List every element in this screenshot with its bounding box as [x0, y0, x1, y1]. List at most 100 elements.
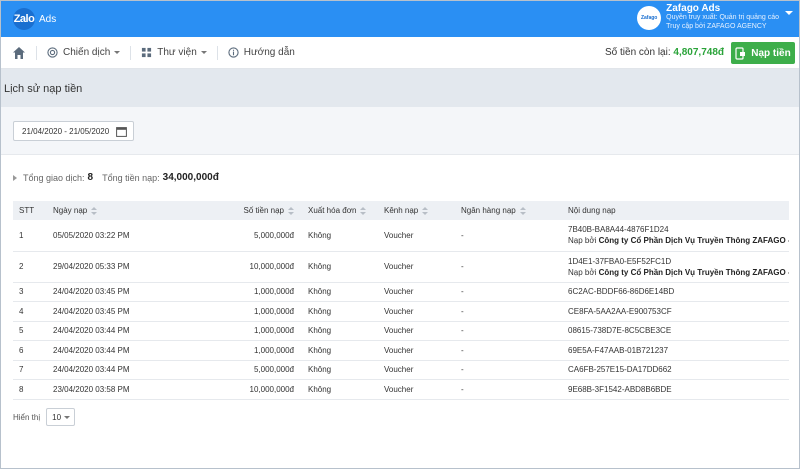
topup-label: Nạp tiền — [751, 47, 791, 59]
col-amount-label: Số tiền nạp — [243, 206, 284, 215]
calendar-icon — [116, 127, 127, 137]
sort-icon — [91, 206, 98, 215]
col-date-label: Ngày nạp — [53, 206, 88, 215]
page-header: Lịch sử nạp tiền — [1, 69, 799, 107]
cell-content: 6C2AC-BDDF66-86D6E14BD — [562, 282, 789, 302]
cell-amount: 1,000,000đ — [175, 340, 302, 361]
table-row: 1 05/05/2020 03:22 PM 5,000,000đ Không V… — [13, 220, 789, 252]
top-header: Zalo Ads Zafago Zafago Ads Quyền truy xu… — [1, 1, 799, 37]
cell-stt: 8 — [13, 379, 47, 400]
table-row: 6 24/04/2020 03:44 PM 1,000,000đ Không V… — [13, 340, 789, 361]
nav-guide[interactable]: Hướng dẫn — [228, 47, 295, 58]
cell-stt: 3 — [13, 282, 47, 302]
col-channel[interactable]: Kênh nạp — [378, 201, 455, 220]
topup-button[interactable]: Nạp tiền — [731, 42, 795, 64]
balance-value: 4,807,748đ — [673, 47, 724, 58]
logo-suffix: Ads — [39, 13, 57, 25]
account-info: Zafago Ads Quyền truy xuất: Quản trị quả… — [666, 4, 779, 31]
col-bank[interactable]: Ngân hàng nạp — [455, 201, 562, 220]
chevron-down-icon — [64, 416, 71, 419]
table-row: 3 24/04/2020 03:45 PM 1,000,000đ Không V… — [13, 282, 789, 302]
cell-bank: - — [455, 282, 562, 302]
cell-date: 23/04/2020 03:58 PM — [47, 379, 175, 400]
cell-invoice: Không — [302, 340, 378, 361]
cell-date: 24/04/2020 03:45 PM — [47, 301, 175, 322]
cell-stt: 5 — [13, 321, 47, 341]
page-size-select[interactable]: 10 — [46, 408, 76, 426]
pagination: Hiển thị 10 — [13, 408, 76, 426]
table-row: 4 24/04/2020 03:45 PM 1,000,000đ Không V… — [13, 301, 789, 322]
transactions-value: 8 — [87, 172, 94, 183]
target-icon — [47, 47, 58, 58]
cell-channel: Voucher — [378, 282, 455, 302]
app-frame: Zalo Ads Zafago Zafago Ads Quyền truy xu… — [0, 0, 800, 469]
cell-amount: 1,000,000đ — [175, 321, 302, 341]
cell-channel: Voucher — [378, 220, 455, 252]
chevron-down-icon — [200, 51, 207, 54]
account-avatar: Zafago — [637, 5, 662, 30]
cell-channel: Voucher — [378, 301, 455, 322]
date-range-picker[interactable]: 21/04/2020 - 21/05/2020 — [13, 121, 134, 141]
col-stt: STT — [19, 206, 35, 215]
summary: Tổng giao dịch: 8 Tổng tiền nạp: 34,000,… — [13, 172, 219, 183]
sort-icon — [422, 206, 429, 215]
account-switcher[interactable]: Zafago Zafago Ads Quyền truy xuất: Quản … — [637, 4, 793, 31]
zalo-ads-logo[interactable]: Zalo Ads — [13, 8, 56, 30]
content-by-prefix: Nạp bởi — [568, 267, 597, 277]
cell-amount: 10,000,000đ — [175, 251, 302, 283]
nav-campaign-label: Chiến dịch — [63, 47, 111, 58]
chevron-down-icon — [114, 51, 121, 54]
content-code: 7B40B-BA8A44-4876F1D24 — [568, 225, 669, 235]
col-bank-label: Ngân hàng nạp — [461, 206, 516, 215]
cell-date: 05/05/2020 03:22 PM — [47, 220, 175, 252]
content-by-company: Công ty Cổ Phần Dịch Vụ Truyền Thông ZAF… — [598, 267, 789, 277]
cell-stt: 7 — [13, 360, 47, 380]
content-by-company: Công ty Cổ Phần Dịch Vụ Truyền Thông ZAF… — [598, 236, 789, 246]
cell-stt: 6 — [13, 340, 47, 361]
cell-invoice: Không — [302, 360, 378, 380]
cell-invoice: Không — [302, 321, 378, 341]
col-invoice-label: Xuất hóa đơn — [308, 206, 357, 215]
content-code: 1D4E1-37FBA0-E5F52FC1D — [568, 256, 672, 266]
content-by: Nạp bởi Công ty Cổ Phần Dịch Vụ Truyền T… — [568, 267, 789, 278]
cell-amount: 5,000,000đ — [175, 360, 302, 380]
page-size-label: Hiển thị — [13, 412, 41, 422]
col-content: Nội dung nạp — [568, 206, 616, 215]
total-label: Tổng tiền nạp: — [102, 172, 160, 183]
cell-stt: 4 — [13, 301, 47, 322]
cell-channel: Voucher — [378, 340, 455, 361]
col-channel-label: Kênh nạp — [384, 206, 419, 215]
cell-date: 29/04/2020 05:33 PM — [47, 251, 175, 283]
cell-invoice: Không — [302, 379, 378, 400]
sort-icon — [519, 206, 526, 215]
cell-channel: Voucher — [378, 360, 455, 380]
chevron-down-icon — [785, 10, 793, 15]
col-invoice[interactable]: Xuất hóa đơn — [302, 201, 378, 220]
account-role: Quyền truy xuất: Quản trị quảng cáo — [666, 14, 779, 21]
cell-content: 08615-738D7E-8C5CBE3CE — [562, 321, 789, 341]
cell-invoice: Không — [302, 301, 378, 322]
col-amount[interactable]: Số tiền nạp — [175, 201, 302, 220]
table-row: 8 23/04/2020 03:58 PM 10,000,000đ Không … — [13, 379, 789, 400]
nav-library-label: Thư viện — [157, 47, 197, 58]
cell-content: 7B40B-BA8A44-4876F1D24 Nạp bởi Công ty C… — [562, 220, 789, 252]
cell-stt: 1 — [13, 220, 47, 252]
cell-content: CA6FB-257E15-DA17DD662 — [562, 360, 789, 380]
filter-bar: 21/04/2020 - 21/05/2020 — [1, 107, 799, 155]
caret-right-icon — [13, 174, 17, 181]
table-header-row: STT Ngày nạp Số tiền nạp Xuất hóa đơn Kê… — [13, 201, 789, 220]
cell-content: 69E5A-F47AAB-01B721237 — [562, 340, 789, 361]
nav-library[interactable]: Thư viện — [141, 47, 207, 58]
cell-bank: - — [455, 379, 562, 400]
page-title: Lịch sử nạp tiền — [4, 83, 83, 95]
cell-bank: - — [455, 360, 562, 380]
home-icon[interactable] — [12, 46, 26, 60]
cell-amount: 10,000,000đ — [175, 379, 302, 400]
nav-campaign[interactable]: Chiến dịch — [47, 47, 121, 58]
sort-icon — [288, 206, 294, 215]
cell-channel: Voucher — [378, 379, 455, 400]
cell-date: 24/04/2020 03:44 PM — [47, 360, 175, 380]
cell-invoice: Không — [302, 251, 378, 283]
col-date[interactable]: Ngày nạp — [47, 201, 175, 220]
nav-divider — [130, 45, 132, 60]
